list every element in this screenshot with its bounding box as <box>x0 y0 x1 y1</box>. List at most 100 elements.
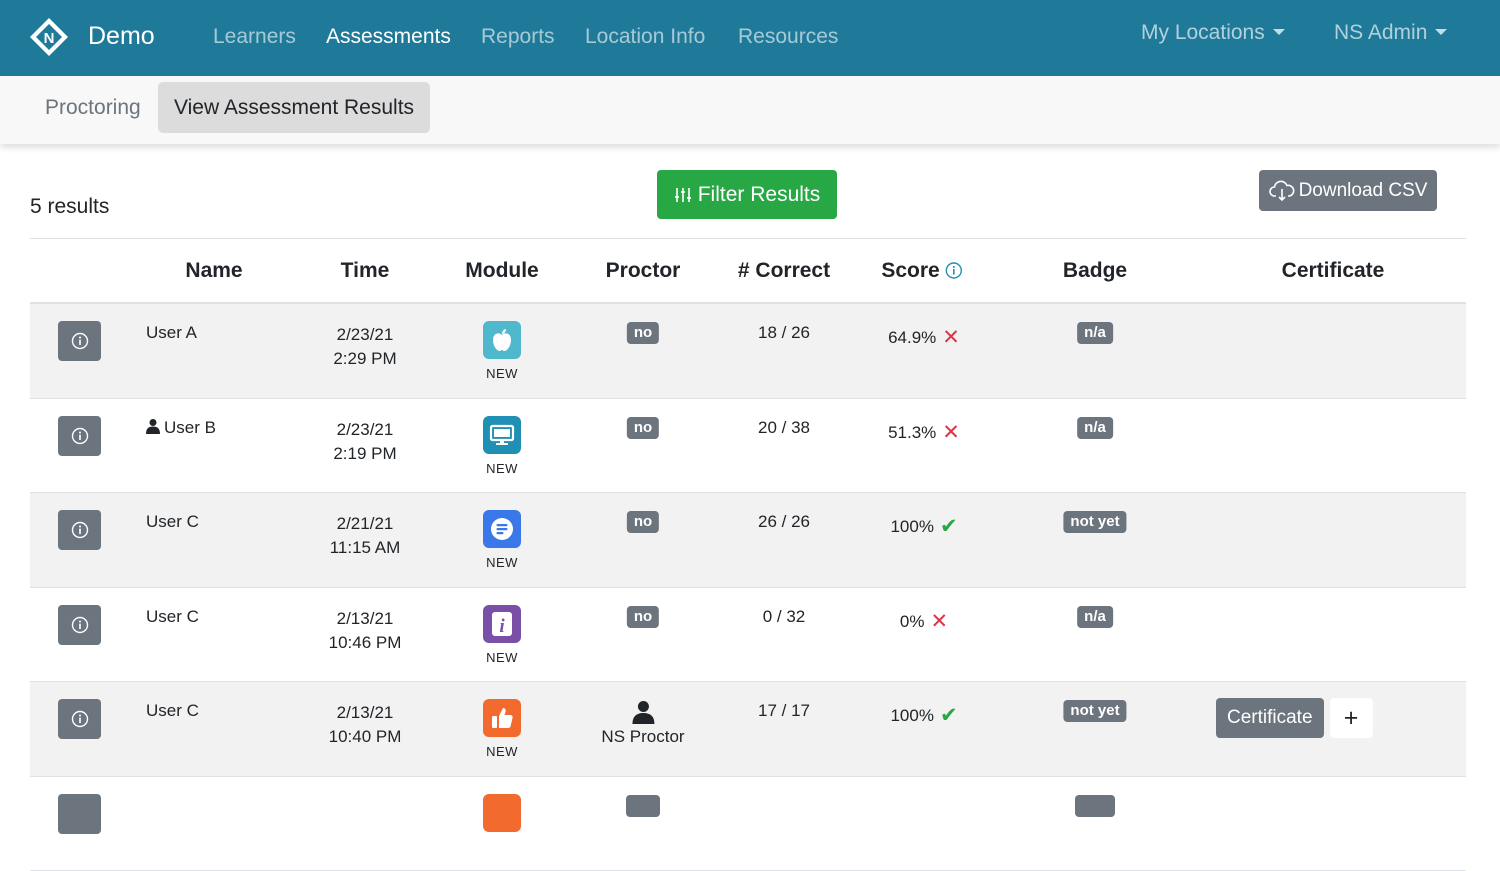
date-text: 2/13/21 <box>329 701 402 725</box>
nav-location-info[interactable]: Location Info <box>585 25 705 49</box>
header-module[interactable]: Module <box>465 259 539 283</box>
row-details-button[interactable] <box>58 605 101 645</box>
date-text: 2/23/21 <box>333 418 396 442</box>
badge-cell <box>1075 795 1115 822</box>
header-correct[interactable]: # Correct <box>738 259 830 283</box>
score-value: 64.9% <box>888 328 936 347</box>
module-cell: NEW <box>483 510 521 570</box>
row-details-button[interactable] <box>58 794 101 834</box>
user-menu-dropdown[interactable]: NS Admin <box>1334 21 1447 45</box>
header-proctor[interactable]: Proctor <box>606 259 681 283</box>
time-cell: 2/13/2110:40 PM <box>329 701 402 749</box>
badge-cell: n/a <box>1077 322 1113 344</box>
module-tag: NEW <box>483 650 521 665</box>
download-csv-label: Download CSV <box>1299 180 1428 202</box>
check-icon: ✔ <box>940 704 958 727</box>
time-text: 2:29 PM <box>333 347 396 371</box>
header-time[interactable]: Time <box>341 259 390 283</box>
badge-status: n/a <box>1077 417 1113 439</box>
info-icon[interactable] <box>946 262 963 279</box>
header-name[interactable]: Name <box>185 259 242 283</box>
monitor-icon <box>483 416 521 454</box>
module-tag: NEW <box>483 555 521 570</box>
badge-cell: n/a <box>1077 417 1113 439</box>
proctor-badge <box>626 795 660 817</box>
header-score[interactable]: Score <box>881 259 962 283</box>
fail-x-icon: ✕ <box>942 421 960 444</box>
proctor-cell: NS Proctor <box>601 700 684 747</box>
proctor-cell: no <box>627 322 659 344</box>
row-details-button[interactable] <box>58 510 101 550</box>
chevron-down-icon <box>1273 29 1285 35</box>
tab-proctoring[interactable]: Proctoring <box>29 82 157 133</box>
user-menu-label: NS Admin <box>1334 21 1427 44</box>
table-row: User C 2/21/2111:15 AM NEW no 26 / 26 10… <box>30 493 1466 588</box>
badge-cell: not yet <box>1063 511 1126 533</box>
info-icon <box>71 332 89 350</box>
nav-assessments[interactable]: Assessments <box>326 25 451 49</box>
header-score-label: Score <box>881 259 939 282</box>
learner-name[interactable]: User C <box>146 512 199 532</box>
table-header: Name Time Module Proctor # Correct Score… <box>30 239 1466 304</box>
apple-icon <box>483 321 521 359</box>
row-details-button[interactable] <box>58 699 101 739</box>
certificate-cell: Certificate + <box>1216 698 1373 738</box>
add-certificate-button[interactable]: + <box>1330 698 1373 738</box>
nav-resources[interactable]: Resources <box>738 25 838 49</box>
badge-status <box>1075 795 1115 817</box>
learner-name: User B <box>164 418 216 437</box>
proctor-cell: no <box>627 511 659 533</box>
score-cell: 100%✔ <box>876 703 972 728</box>
table-row: User C 2/13/2110:40 PM NEW NS Proctor 17… <box>30 682 1466 777</box>
row-details-button[interactable] <box>58 416 101 456</box>
table-row: User B 2/23/212:19 PM NEW no 20 / 38 51.… <box>30 399 1466 494</box>
fail-x-icon: ✕ <box>942 326 960 349</box>
score-cell: 51.3%✕ <box>876 420 972 445</box>
table-row: User A 2/23/212:29 PM NEW no 18 / 26 64.… <box>30 304 1466 399</box>
time-text: 11:15 AM <box>330 536 401 560</box>
badge-status: n/a <box>1077 322 1113 344</box>
badge-cell: n/a <box>1077 606 1113 628</box>
cloud-download-icon <box>1269 180 1295 202</box>
module-tag: NEW <box>483 744 521 759</box>
brand-logo-icon[interactable]: N <box>28 16 70 58</box>
proctor-badge: no <box>627 606 659 628</box>
header-badge[interactable]: Badge <box>1063 259 1127 283</box>
fail-x-icon: ✕ <box>930 610 948 633</box>
proctor-name: NS Proctor <box>601 727 684 747</box>
correct-count: 18 / 26 <box>758 323 810 343</box>
learner-name[interactable]: User C <box>146 701 199 721</box>
learner-name[interactable]: User A <box>146 323 197 343</box>
info-icon <box>71 616 89 634</box>
learner-name[interactable]: User C <box>146 607 199 627</box>
thumbs-up-icon <box>483 699 521 737</box>
correct-count: 20 / 38 <box>758 418 810 438</box>
info-icon <box>71 521 89 539</box>
filter-results-button[interactable]: Filter Results <box>657 170 837 219</box>
module-cell: NEW <box>483 416 521 476</box>
correct-count: 0 / 32 <box>763 607 806 627</box>
certificate-button[interactable]: Certificate <box>1216 698 1324 738</box>
header-certificate[interactable]: Certificate <box>1282 259 1385 283</box>
download-csv-button[interactable]: Download CSV <box>1259 170 1437 211</box>
score-cell: 64.9% ✕ <box>876 325 972 350</box>
module-cell: i NEW <box>483 605 521 665</box>
badge-cell: not yet <box>1063 700 1126 722</box>
brand-name[interactable]: Demo <box>88 22 155 51</box>
nav-reports[interactable]: Reports <box>481 25 555 49</box>
proctor-cell <box>626 795 660 822</box>
info-letter-icon: i <box>483 605 521 643</box>
row-details-button[interactable] <box>58 321 101 361</box>
svg-text:N: N <box>44 30 55 47</box>
score-cell: 0%✕ <box>876 609 972 634</box>
date-text: 2/21/21 <box>330 512 401 536</box>
tab-view-assessment-results[interactable]: View Assessment Results <box>158 82 430 133</box>
learner-name-cell[interactable]: User B <box>146 418 216 438</box>
table-row-partial <box>30 777 1466 871</box>
nav-learners[interactable]: Learners <box>213 25 296 49</box>
my-locations-dropdown[interactable]: My Locations <box>1141 21 1285 45</box>
time-cell: 2/13/2110:46 PM <box>329 607 402 655</box>
svg-text:i: i <box>499 616 505 637</box>
results-table: Name Time Module Proctor # Correct Score… <box>30 238 1466 871</box>
module-cell: NEW <box>483 321 521 381</box>
